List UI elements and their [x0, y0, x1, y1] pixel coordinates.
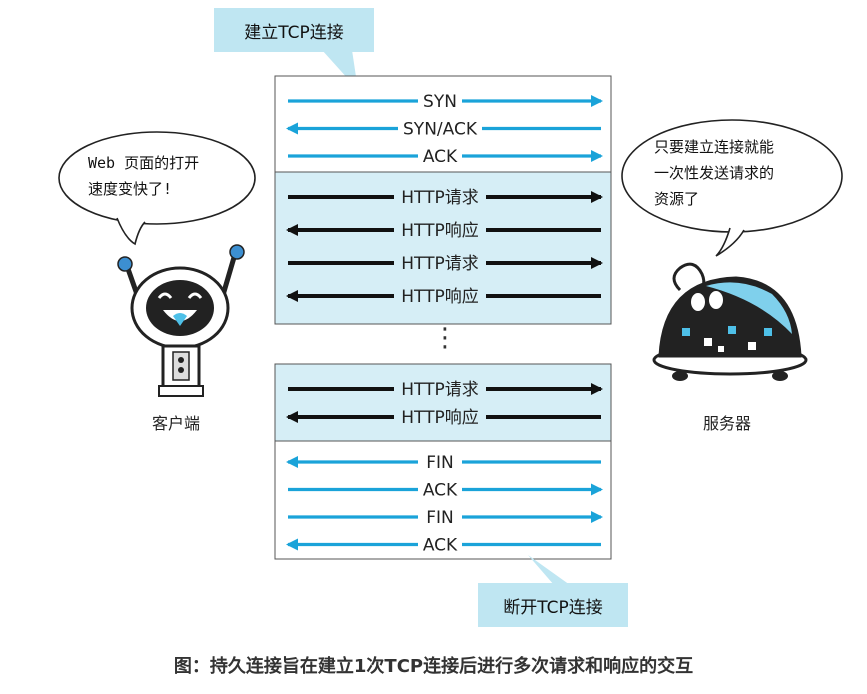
server-speech: 只要建立连接就能 一次性发送请求的 资源了 — [654, 138, 775, 208]
message-label: ACK — [423, 481, 458, 501]
client-label: 客户端 — [152, 414, 201, 433]
client-robot — [117, 244, 245, 397]
message-label: HTTP响应 — [401, 221, 479, 241]
server-label: 服务器 — [703, 414, 752, 433]
message-label: HTTP请求 — [401, 188, 479, 208]
ellipsis: ⋮ — [432, 323, 458, 353]
client-speech: Web 页面的打开 速度变快了! — [88, 154, 200, 198]
section-http2 — [274, 363, 612, 442]
message-label: ACK — [423, 536, 458, 556]
message-label: HTTP响应 — [401, 287, 479, 307]
message-label: ACK — [423, 147, 458, 167]
message-label: SYN/ACK — [403, 120, 478, 140]
server-robot — [652, 262, 808, 381]
figure-caption: 图：持久连接旨在建立1次TCP连接后进行多次请求和响应的交互 — [173, 656, 694, 677]
message-label: SYN — [423, 92, 457, 112]
message-label: HTTP请求 — [401, 380, 479, 400]
close-tcp-callout: 断开TCP连接 — [478, 583, 628, 627]
message-label: HTTP响应 — [401, 408, 479, 428]
message-label: HTTP请求 — [401, 254, 479, 274]
message-label: FIN — [426, 508, 454, 528]
message-label: FIN — [426, 453, 454, 473]
